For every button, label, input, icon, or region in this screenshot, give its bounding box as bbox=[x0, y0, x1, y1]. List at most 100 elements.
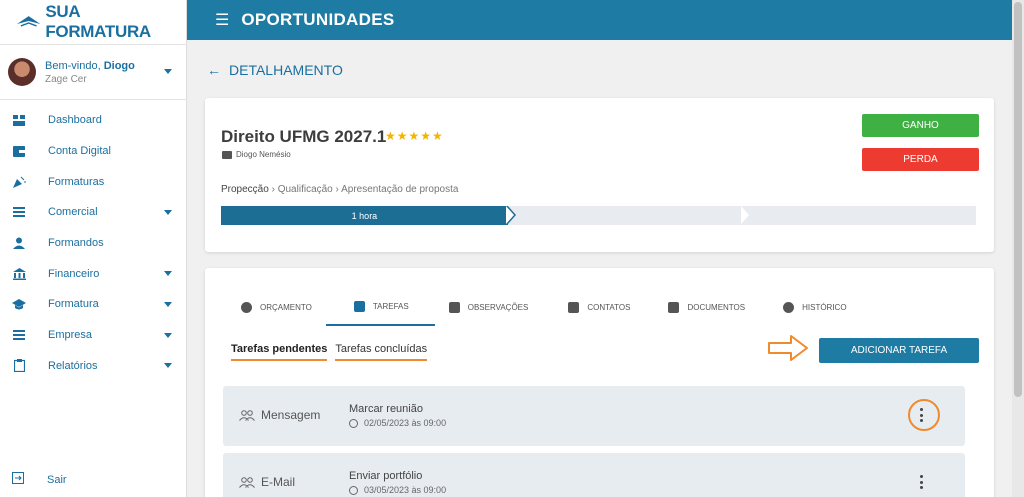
person-icon bbox=[12, 236, 26, 250]
tab-label: TAREFAS bbox=[372, 301, 409, 311]
tab-observacoes[interactable]: OBSERVAÇÕES bbox=[435, 288, 543, 326]
deal-owner: Diogo Nemésio bbox=[222, 150, 291, 159]
back-label: DETALHAMENTO bbox=[229, 62, 343, 78]
page-title: OPORTUNIDADES bbox=[241, 10, 395, 29]
task-date-text: 03/05/2023 às 09:00 bbox=[364, 485, 447, 495]
lost-button[interactable]: PERDA bbox=[862, 148, 979, 171]
deal-title: Direito UFMG 2027.1 bbox=[221, 127, 387, 146]
add-task-button[interactable]: ADICIONAR TAREFA bbox=[819, 338, 979, 363]
task-item[interactable]: Mensagem Marcar reunião 02/05/2023 às 09… bbox=[223, 386, 965, 446]
annotation-circle bbox=[908, 399, 940, 431]
detail-tabs: ORÇAMENTO TAREFAS OBSERVAÇÕES CONTATOS D… bbox=[227, 288, 861, 326]
task-type: E-Mail bbox=[239, 475, 295, 489]
people-icon bbox=[239, 409, 255, 421]
sidebar-item-formatura[interactable]: Formatura bbox=[0, 289, 186, 320]
logo-icon bbox=[16, 16, 41, 27]
celebration-icon bbox=[12, 175, 26, 189]
logout-button[interactable]: Sair bbox=[12, 472, 67, 487]
sidebar-item-comercial[interactable]: Comercial bbox=[0, 197, 186, 228]
tab-orcamento[interactable]: ORÇAMENTO bbox=[227, 288, 326, 326]
tasks-card: ORÇAMENTO TAREFAS OBSERVAÇÕES CONTATOS D… bbox=[205, 268, 994, 497]
sidebar: SUA FORMATURA Bem-vindo, Diogo Zage Cer … bbox=[0, 0, 187, 497]
more-vert-icon[interactable] bbox=[918, 472, 924, 492]
task-type-label: E-Mail bbox=[261, 475, 296, 489]
dashboard-icon bbox=[12, 113, 26, 127]
contact-icon bbox=[568, 301, 580, 313]
scrollbar-thumb[interactable] bbox=[1014, 2, 1022, 397]
tab-tarefas[interactable]: TAREFAS bbox=[325, 288, 435, 326]
briefcase-icon bbox=[222, 150, 232, 159]
sidebar-item-label: Empresa bbox=[48, 329, 93, 342]
tab-historico[interactable]: HISTÓRICO bbox=[759, 288, 860, 326]
wallet-icon bbox=[12, 144, 26, 158]
task-item[interactable]: E-Mail Enviar portfólio 03/05/2023 às 09… bbox=[223, 453, 965, 497]
arrow-left-icon: ← bbox=[207, 62, 221, 78]
user-name: Diogo bbox=[103, 59, 135, 72]
topbar: ☰ OPORTUNIDADES bbox=[187, 0, 1012, 40]
sidebar-item-dashboard[interactable]: Dashboard bbox=[0, 105, 186, 136]
tab-label: HISTÓRICO bbox=[802, 302, 847, 312]
hamburger-menu-icon[interactable]: ☰ bbox=[215, 10, 229, 30]
subtab-done[interactable]: Tarefas concluídas bbox=[335, 343, 428, 361]
comment-icon bbox=[448, 301, 460, 313]
bank-icon bbox=[12, 267, 26, 281]
task-type-label: Mensagem bbox=[261, 408, 321, 422]
task-subtabs: Tarefas pendentes Tarefas concluídas bbox=[231, 343, 435, 361]
breadcrumb-step: Qualificação bbox=[277, 184, 333, 195]
sidebar-item-label: Formaturas bbox=[48, 175, 105, 188]
chevron-down-icon[interactable] bbox=[164, 69, 172, 74]
list-icon bbox=[12, 328, 26, 342]
rating-stars[interactable]: ★★★★★ bbox=[385, 129, 444, 143]
tab-label: ORÇAMENTO bbox=[260, 302, 312, 312]
tab-documentos[interactable]: DOCUMENTOS bbox=[644, 288, 759, 326]
breadcrumb-separator: › bbox=[335, 184, 339, 195]
sidebar-nav: Dashboard Conta Digital Formaturas Comer… bbox=[0, 100, 186, 381]
deal-owner-name: Diogo Nemésio bbox=[236, 150, 291, 159]
breadcrumb-current: Propecção bbox=[221, 184, 269, 195]
task-title: Marcar reunião bbox=[349, 403, 423, 415]
logout-icon bbox=[12, 472, 25, 487]
chevron-down-icon[interactable] bbox=[164, 332, 172, 338]
alarm-icon bbox=[349, 418, 358, 428]
sidebar-item-formaturas[interactable]: Formaturas bbox=[0, 166, 186, 197]
chevron-down-icon[interactable] bbox=[164, 301, 172, 307]
user-welcome: Bem-vindo, bbox=[45, 59, 104, 72]
task-date: 03/05/2023 às 09:00 bbox=[349, 485, 446, 495]
clipboard-icon bbox=[12, 359, 26, 373]
logout-label: Sair bbox=[47, 473, 67, 486]
sidebar-item-label: Comercial bbox=[48, 206, 98, 219]
task-title: Enviar portfólio bbox=[349, 470, 423, 482]
logo[interactable]: SUA FORMATURA bbox=[0, 0, 186, 44]
pipeline-stage-divider bbox=[741, 206, 749, 224]
sidebar-item-formandos[interactable]: Formandos bbox=[0, 228, 186, 259]
people-icon bbox=[239, 476, 255, 488]
tab-contatos[interactable]: CONTATOS bbox=[542, 288, 644, 326]
document-icon bbox=[668, 301, 680, 313]
sidebar-item-label: Dashboard bbox=[48, 114, 102, 127]
back-link[interactable]: ← DETALHAMENTO bbox=[207, 62, 343, 78]
sidebar-item-label: Relatórios bbox=[48, 359, 98, 372]
logo-text: SUA FORMATURA bbox=[45, 2, 151, 41]
user-menu[interactable]: Bem-vindo, Diogo Zage Cer bbox=[0, 44, 186, 100]
sidebar-item-financeiro[interactable]: Financeiro bbox=[0, 258, 186, 289]
won-button[interactable]: GANHO bbox=[862, 114, 979, 137]
task-date: 02/05/2023 às 09:00 bbox=[349, 418, 446, 428]
task-type: Mensagem bbox=[239, 408, 320, 422]
user-company: Zage Cer bbox=[45, 73, 87, 85]
sidebar-item-relatorios[interactable]: Relatórios bbox=[0, 351, 186, 382]
sidebar-item-empresa[interactable]: Empresa bbox=[0, 320, 186, 351]
chevron-down-icon[interactable] bbox=[164, 271, 172, 277]
chevron-down-icon[interactable] bbox=[164, 363, 172, 369]
scrollbar[interactable] bbox=[1012, 0, 1024, 497]
chevron-down-icon[interactable] bbox=[164, 209, 172, 215]
sidebar-item-label: Conta Digital bbox=[48, 145, 111, 158]
pipeline-stage-time: 1 hora bbox=[351, 210, 378, 221]
sidebar-item-label: Financeiro bbox=[48, 267, 100, 280]
sidebar-item-label: Formatura bbox=[48, 298, 99, 311]
deal-card: Direito UFMG 2027.1 ★★★★★ Diogo Nemésio … bbox=[205, 98, 994, 252]
breadcrumb-step: Apresentação de proposta bbox=[341, 184, 459, 195]
subtab-pending[interactable]: Tarefas pendentes bbox=[231, 343, 328, 361]
sidebar-item-conta-digital[interactable]: Conta Digital bbox=[0, 136, 186, 167]
history-icon bbox=[783, 301, 795, 313]
breadcrumb: Propecção › Qualificação › Apresentação … bbox=[221, 184, 458, 195]
